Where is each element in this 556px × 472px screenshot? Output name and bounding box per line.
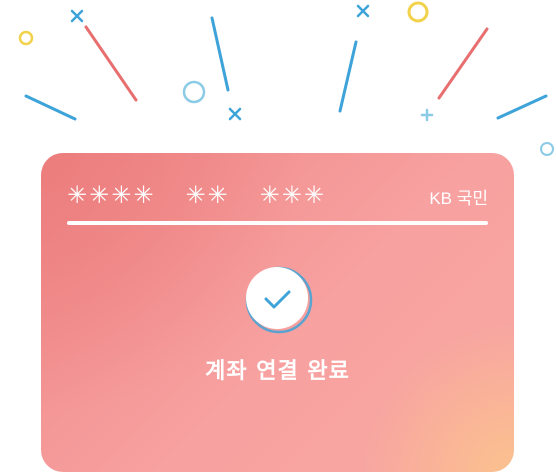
confetti-cross [356,4,370,18]
confetti-circle [407,1,429,23]
confetti-cross [228,107,242,121]
confetti-line [84,25,138,102]
bank-name: KB 국민 [429,189,488,208]
masked-number-group: ✳✳✳✳ [67,181,156,209]
confetti-line [496,94,548,120]
confetti-line [24,94,77,121]
check-circle-icon [242,263,314,335]
confetti-cross [420,108,434,122]
confetti-circle [182,80,206,104]
masked-account-number: ✳✳✳✳ ✳✳ ✳✳✳ [67,181,356,209]
masked-number-group: ✳✳ [185,181,230,209]
confetti-circle [18,30,34,46]
confetti-line [338,40,358,113]
confetti-circle [540,142,554,156]
confetti-line [437,27,489,100]
bank-card: ✳✳✳✳ ✳✳ ✳✳✳ KB 국민 계좌 연결 완료 [41,153,514,472]
confetti-cross [70,9,84,23]
confetti-decoration [18,1,554,156]
masked-number-group: ✳✳✳ [259,181,326,209]
confetti-line [210,16,230,92]
status-text: 계좌 연결 완료 [205,359,350,384]
card-divider [67,221,488,225]
